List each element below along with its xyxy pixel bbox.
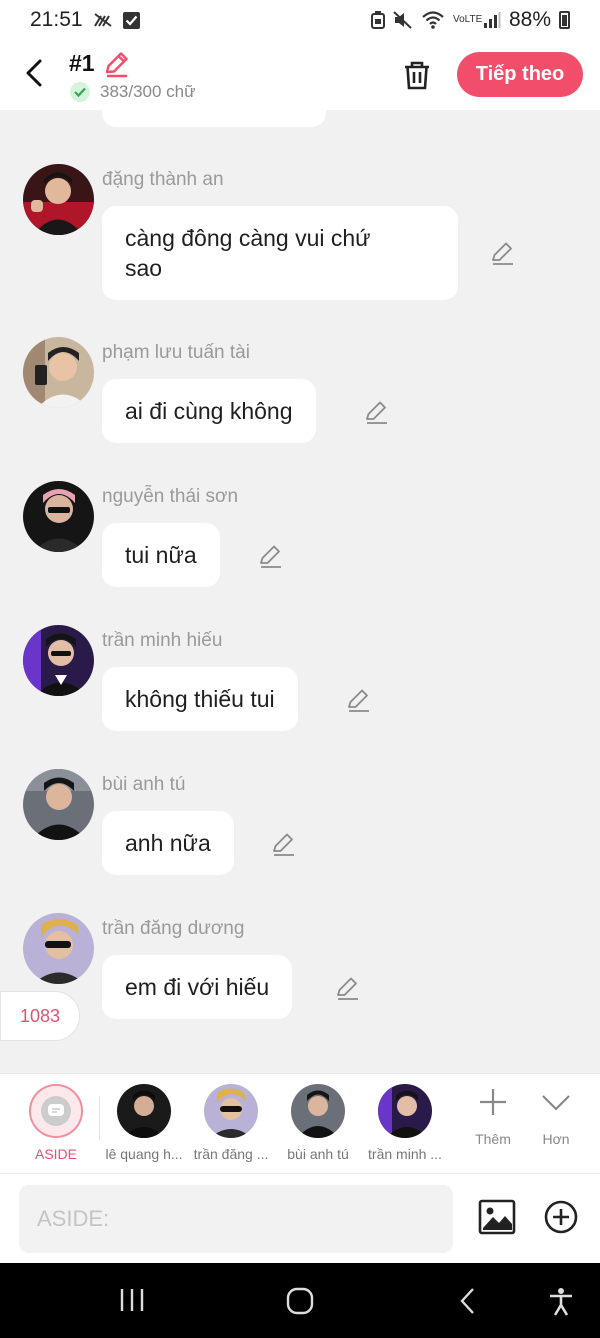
checkbox-notification-icon: [122, 11, 140, 29]
battery-percent: 88%: [508, 8, 551, 31]
more-label: Hơn: [542, 1131, 570, 1147]
signal-off-icon: [93, 13, 112, 27]
page-title: #1: [69, 50, 95, 76]
add-circle-icon[interactable]: [544, 1200, 578, 1234]
back-arrow-icon[interactable]: [22, 58, 48, 88]
add-character-button[interactable]: Thêm: [463, 1086, 523, 1147]
avatar[interactable]: [23, 164, 94, 235]
previous-message-bubble[interactable]: [102, 110, 326, 127]
system-nav-bar: [0, 1263, 600, 1338]
avatar[interactable]: [23, 913, 94, 984]
message-line: ai đi cùng không: [125, 398, 293, 424]
message-bubble[interactable]: ai đi cùng không: [102, 379, 316, 443]
wifi-icon: [422, 11, 444, 29]
battery-icon: [559, 11, 570, 29]
character-bar: ASIDE lê quang h... trần đăng ... bùi an…: [0, 1073, 600, 1173]
avatar: [378, 1084, 432, 1138]
sender-name: phạm lưu tuấn tài: [102, 342, 250, 363]
edit-pencil-icon[interactable]: [490, 240, 516, 266]
avatar: [291, 1084, 345, 1138]
status-time: 21:51: [30, 8, 83, 31]
mute-icon: [393, 11, 412, 29]
character-label: ASIDE: [34, 1146, 77, 1162]
avatar: [204, 1084, 258, 1138]
message-bubble[interactable]: em đi với hiếu: [102, 955, 293, 1019]
input-bar: [0, 1173, 600, 1263]
cell-signal-icon: [483, 12, 501, 28]
trash-icon[interactable]: [400, 58, 434, 92]
counter-badge[interactable]: 1083: [0, 991, 80, 1041]
message-line: sao: [125, 255, 163, 281]
character-label: lê quang h...: [105, 1146, 183, 1162]
back-nav-icon[interactable]: [458, 1287, 478, 1315]
char-count: 383/300 chữ: [100, 82, 196, 101]
aside-avatar: [29, 1084, 83, 1138]
avatar[interactable]: [23, 481, 94, 552]
sender-name: đặng thành an: [102, 169, 224, 190]
message-line: anh nữa: [125, 830, 211, 856]
add-label: Thêm: [475, 1131, 511, 1147]
home-icon[interactable]: [286, 1287, 314, 1315]
sender-name: trần đăng dương: [102, 918, 245, 939]
avatar[interactable]: [23, 625, 94, 696]
message-bubble[interactable]: tui nữa: [102, 523, 220, 587]
image-icon[interactable]: [478, 1199, 516, 1235]
message-line: em đi với hiếu: [125, 974, 270, 1000]
character-label: trần minh ...: [368, 1146, 442, 1162]
message-bubble[interactable]: anh nữa: [102, 811, 234, 875]
recent-apps-icon[interactable]: [118, 1287, 146, 1313]
character-label: trần đăng ...: [193, 1146, 269, 1162]
accessibility-icon[interactable]: [548, 1287, 574, 1317]
avatar: [117, 1084, 171, 1138]
avatar[interactable]: [23, 769, 94, 840]
check-icon: [70, 82, 90, 102]
character-item[interactable]: trần đăng ...: [187, 1084, 275, 1162]
edit-pencil-icon[interactable]: [364, 399, 390, 425]
edit-pencil-icon[interactable]: [271, 831, 297, 857]
message-line: tui nữa: [125, 542, 197, 568]
character-label: bùi anh tú: [287, 1146, 349, 1162]
chat-bubble-icon: [48, 1104, 64, 1116]
network-type-label: VoLTE: [452, 14, 483, 25]
sender-name: nguyễn thái sơn: [102, 486, 239, 507]
character-item[interactable]: lê quang h...: [100, 1084, 188, 1162]
sender-name: bùi anh tú: [102, 774, 186, 795]
chevron-down-icon: [542, 1095, 570, 1111]
character-item[interactable]: trần minh ...: [361, 1084, 449, 1162]
more-button[interactable]: Hơn: [526, 1086, 586, 1147]
message-line: càng đông càng vui chứ: [125, 225, 371, 251]
character-item[interactable]: bùi anh tú: [274, 1084, 362, 1162]
character-aside[interactable]: ASIDE: [12, 1084, 100, 1162]
chat-area[interactable]: đặng thành an càng đông càng vui chứ sao…: [0, 110, 600, 1073]
sender-name: trần minh hiếu: [102, 630, 223, 651]
message-bubble[interactable]: càng đông càng vui chứ sao: [102, 206, 458, 300]
status-bar: 21:51 VoLTE 88%: [0, 0, 600, 40]
edit-pencil-icon[interactable]: [335, 975, 361, 1001]
editor-header: #1 383/300 chữ Tiếp theo: [0, 40, 600, 110]
next-button[interactable]: Tiếp theo: [457, 52, 583, 97]
lock-battery-icon: [370, 11, 385, 29]
avatar[interactable]: [23, 337, 94, 408]
edit-pencil-icon[interactable]: [258, 543, 284, 569]
pencil-icon[interactable]: [103, 50, 131, 78]
message-line: không thiếu tui: [125, 686, 275, 712]
message-bubble[interactable]: không thiếu tui: [102, 667, 298, 731]
plus-icon: [480, 1089, 506, 1115]
edit-pencil-icon[interactable]: [346, 687, 372, 713]
aside-input[interactable]: [19, 1185, 453, 1253]
